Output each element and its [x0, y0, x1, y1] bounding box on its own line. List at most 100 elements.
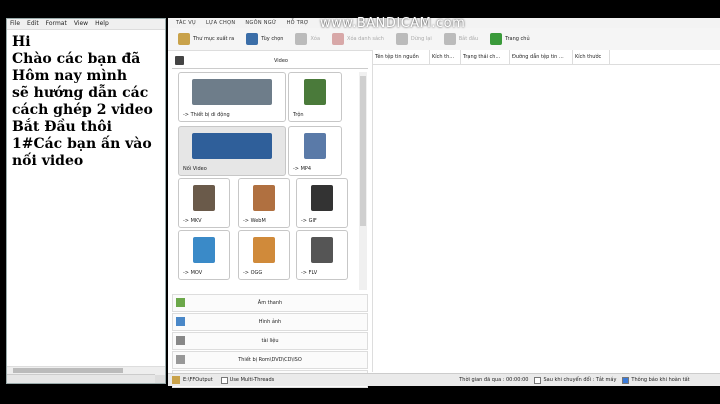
- tile-label: -> MKV: [183, 218, 202, 224]
- after-convert-checkbox[interactable]: [534, 376, 542, 384]
- toolbar-button[interactable]: Thư mục xuất ra: [174, 30, 238, 48]
- column-source-file[interactable]: Tên tệp tin nguồn: [373, 50, 430, 64]
- category-icon: [176, 355, 185, 364]
- toolbar-label: Xóa danh sách: [347, 36, 384, 42]
- film-icon: [175, 56, 184, 65]
- notepad-text-area[interactable]: Hi Chào các bạn đã Hôm nay mình sẽ hướng…: [7, 30, 165, 364]
- conversion-tile[interactable]: -> MOV: [178, 230, 230, 280]
- column-size[interactable]: Kích th...: [430, 50, 461, 64]
- category-icon: [176, 298, 185, 307]
- menu-view[interactable]: View: [74, 19, 88, 29]
- toolbar-button[interactable]: Trang chủ: [486, 30, 533, 48]
- toolbar-icon: [178, 33, 190, 45]
- task-table-header: Tên tệp tin nguồn Kích th... Trạng thái …: [373, 50, 720, 65]
- resize-grip[interactable]: [155, 375, 165, 383]
- toolbar-icon: [295, 33, 308, 45]
- toolbar-label: Bắt đầu: [458, 36, 479, 42]
- category-label: Thiết bị Rom\DVD\CD\ISO: [238, 357, 302, 363]
- toolbar-label: Thư mục xuất ra: [193, 36, 235, 42]
- tile-label: -> FLV: [301, 270, 318, 276]
- category-item[interactable]: tài liệu: [172, 332, 368, 350]
- status-bar: E:\FFOutput Use Multi-Threads Thời gian …: [168, 373, 720, 386]
- tile-icon: [311, 185, 333, 211]
- menu-support[interactable]: HỖ TRỢ: [287, 18, 309, 28]
- elapsed-time: Thời gian đã qua : 00:00:00: [459, 377, 529, 383]
- conversion-tile[interactable]: Nối Video: [178, 126, 286, 176]
- conversion-tile[interactable]: -> WebM: [238, 178, 290, 228]
- category-label: tài liệu: [261, 338, 279, 344]
- tile-icon: [253, 185, 275, 211]
- toolbar-icon: [490, 33, 503, 45]
- conversion-tile[interactable]: Trộn: [288, 72, 342, 122]
- column-output-size[interactable]: Kích thước: [573, 50, 610, 64]
- toolbar-icon: [395, 33, 408, 45]
- toolbar: Thư mục xuất ra Tùy chọn Xóa Xóa danh sách D…: [168, 28, 720, 51]
- tile-icon: [304, 133, 326, 159]
- tile-label: Trộn: [293, 112, 304, 118]
- conversion-tile[interactable]: -> MKV: [178, 178, 230, 228]
- menu-edit[interactable]: Edit: [27, 19, 39, 29]
- text-line: Bắt Đầu thôi: [12, 119, 112, 135]
- menu-options[interactable]: LỰA CHỌN: [206, 18, 235, 28]
- toolbar-button[interactable]: Xóa: [291, 30, 324, 48]
- conversion-tile[interactable]: -> GIF: [296, 178, 348, 228]
- toolbar-label: Xóa: [310, 36, 321, 42]
- conversion-tile[interactable]: -> MP4: [288, 126, 342, 176]
- conversion-tile[interactable]: -> Thiết bị di động: [178, 72, 286, 122]
- toolbar-button[interactable]: Tùy chọn: [242, 30, 287, 48]
- menu-file[interactable]: File: [10, 19, 20, 29]
- tile-icon: [193, 185, 215, 211]
- notify-checkbox[interactable]: [622, 376, 630, 384]
- conversion-tile[interactable]: -> FLV: [296, 230, 348, 280]
- tile-label: -> MOV: [183, 270, 203, 276]
- tile-icon: [304, 79, 326, 105]
- category-item[interactable]: Thiết bị Rom\DVD\CD\ISO: [172, 351, 368, 369]
- toolbar-icon: [332, 33, 345, 45]
- text-line: nối video: [12, 153, 84, 169]
- video-tile-grid: -> Thiết bị di động Trộn Nối Video -> MP4 ->…: [178, 72, 354, 292]
- tile-icon: [192, 79, 272, 105]
- folder-icon: [172, 376, 180, 384]
- menu-help[interactable]: Help: [95, 19, 109, 29]
- menu-format[interactable]: Format: [46, 19, 67, 29]
- scroll-thumb[interactable]: [360, 76, 366, 226]
- section-title: Video: [273, 58, 288, 64]
- toolbar-label: Tùy chọn: [261, 36, 284, 42]
- scroll-thumb[interactable]: [13, 368, 123, 373]
- text-line: Chào các bạn đã: [12, 51, 141, 67]
- tile-scrollbar[interactable]: [359, 72, 367, 290]
- tile-icon: [253, 237, 275, 263]
- notepad-menubar: File Edit Format View Help: [7, 19, 165, 30]
- column-status[interactable]: Trạng thái ch...: [461, 50, 510, 64]
- bandicam-watermark: www.BANDICAM.com: [320, 16, 466, 31]
- after-convert-label: Sau khi chuyển đổi : Tắt máy: [543, 377, 617, 383]
- menu-language[interactable]: NGÔN NGỮ: [245, 18, 276, 28]
- menu-tasks[interactable]: TÁC VỤ: [176, 18, 196, 28]
- multithread-checkbox[interactable]: [220, 376, 228, 384]
- output-folder[interactable]: E:\FFOutput: [183, 377, 213, 383]
- category-label: Hình ảnh: [258, 319, 282, 325]
- toolbar-icon: [246, 33, 259, 45]
- text-line: sẽ hướng dẫn các: [12, 85, 149, 101]
- column-output-path[interactable]: Đường dẫn tệp tin ...: [510, 50, 573, 64]
- toolbar-button[interactable]: Bắt đầu: [440, 30, 482, 48]
- tile-label: -> GIF: [301, 218, 317, 224]
- video-section-header[interactable]: Video: [172, 54, 368, 69]
- conversion-tile[interactable]: -> OGG: [238, 230, 290, 280]
- tile-label: -> Thiết bị di động: [183, 112, 230, 118]
- category-icon: [176, 336, 185, 345]
- text-line: cách ghép 2 video: [12, 102, 153, 118]
- multithread-label: Use Multi-Threads: [229, 377, 275, 383]
- text-line: Hi: [12, 34, 31, 50]
- tile-label: -> WebM: [243, 218, 266, 224]
- toolbar-button[interactable]: Dừng lại: [392, 30, 436, 48]
- toolbar-label: Dừng lại: [410, 36, 432, 42]
- category-item[interactable]: Hình ảnh: [172, 313, 368, 331]
- tile-label: -> MP4: [293, 166, 312, 172]
- text-line: 1#Các bạn ấn vào: [12, 136, 152, 152]
- text-line: Hôm nay mình: [12, 68, 128, 84]
- toolbar-button[interactable]: Xóa danh sách: [328, 30, 388, 48]
- category-item[interactable]: Âm thanh: [172, 294, 368, 312]
- category-label: Âm thanh: [257, 300, 283, 306]
- tile-label: Nối Video: [183, 166, 207, 172]
